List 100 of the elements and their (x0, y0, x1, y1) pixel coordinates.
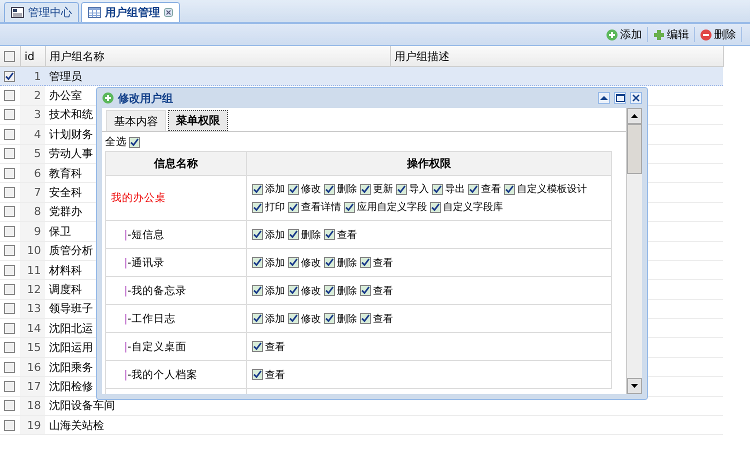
checkbox[interactable] (360, 257, 371, 268)
checkbox[interactable] (324, 257, 335, 268)
permission-label: 修改 (301, 284, 321, 298)
checkbox[interactable] (288, 184, 299, 194)
caret-icon[interactable] (631, 114, 638, 118)
checkbox[interactable] (288, 257, 299, 268)
checkbox[interactable] (288, 202, 299, 212)
column-header: 信息名称 (106, 152, 246, 176)
checkbox[interactable] (360, 285, 371, 296)
permission-label: 导出 (445, 182, 465, 196)
add-button[interactable]: 添加 (601, 27, 648, 42)
checkbox[interactable] (504, 184, 515, 194)
checkbox[interactable] (4, 70, 15, 82)
row-number: 16 (20, 357, 45, 377)
caret-icon (600, 95, 608, 101)
menu-name: 我的办公桌 (106, 176, 246, 220)
menu-name: |-工作日志 (106, 304, 246, 332)
checkbox[interactable] (324, 285, 335, 296)
checkbox[interactable] (4, 168, 15, 179)
add-icon (606, 28, 618, 40)
checkbox[interactable] (252, 313, 263, 324)
checkbox[interactable] (252, 369, 263, 380)
document-icon (11, 7, 24, 18)
checkbox[interactable] (324, 229, 335, 240)
row-number: 5 (20, 144, 45, 164)
checkbox[interactable] (4, 284, 15, 295)
column-header[interactable]: 用户组描述 (390, 46, 723, 66)
collapse-button[interactable] (598, 92, 610, 104)
tab[interactable]: 用户组管理 (81, 2, 180, 22)
permission-label: 删除 (337, 183, 357, 196)
menu-name: |-自定义桌面 (106, 332, 246, 360)
checkbox[interactable] (4, 264, 15, 276)
checkbox[interactable] (360, 184, 371, 194)
checkbox[interactable] (360, 313, 371, 324)
tab[interactable]: 菜单权限 (168, 110, 228, 131)
dialog-title: 修改用户组 (118, 90, 174, 106)
checkbox[interactable] (4, 420, 15, 431)
permission-label: 自定义字段库 (443, 200, 503, 214)
column-header[interactable]: id (20, 46, 45, 66)
checkbox[interactable] (252, 285, 263, 296)
checkbox[interactable] (4, 90, 15, 102)
tab[interactable]: 基本内容 (106, 110, 166, 131)
tab[interactable]: 管理中心 (4, 2, 79, 22)
checkbox[interactable] (4, 342, 15, 354)
menu-name: |-我的备忘录 (106, 276, 246, 304)
checkbox[interactable] (4, 128, 15, 140)
checkbox[interactable] (4, 50, 15, 62)
close-button[interactable] (630, 92, 642, 104)
checkbox[interactable] (4, 187, 15, 198)
row-number: 1 (20, 66, 45, 86)
row-number: 7 (20, 182, 45, 202)
checkbox[interactable] (324, 313, 335, 324)
delete-button[interactable]: 删除 (695, 27, 742, 42)
row-number: 8 (20, 202, 45, 222)
scrollbar[interactable] (626, 108, 642, 394)
row-number: 13 (20, 299, 45, 319)
checkbox[interactable] (344, 202, 355, 212)
permission-label: 打印 (265, 200, 285, 214)
permission-label: 查看 (373, 284, 393, 298)
checkbox[interactable] (129, 136, 140, 148)
maximize-button[interactable] (614, 92, 626, 104)
checkbox[interactable] (4, 109, 15, 120)
checkbox[interactable] (252, 229, 263, 240)
checkbox[interactable] (252, 341, 263, 352)
permission-label: 添加 (265, 182, 285, 196)
permission-label: 修改 (301, 183, 321, 196)
add-icon (102, 92, 114, 104)
checkbox[interactable] (4, 400, 15, 412)
permission-label: 删除 (337, 284, 357, 298)
checkbox[interactable] (396, 184, 407, 194)
checkbox[interactable] (324, 184, 335, 194)
checkbox[interactable] (4, 303, 15, 314)
checkbox[interactable] (4, 226, 15, 237)
checkbox[interactable] (288, 313, 299, 324)
checkbox[interactable] (4, 206, 15, 218)
checkbox[interactable] (430, 202, 441, 212)
checkbox[interactable] (4, 322, 15, 334)
checkbox[interactable] (4, 245, 15, 256)
row-number: 12 (20, 280, 45, 300)
close-icon (632, 94, 640, 102)
checkbox[interactable] (252, 202, 263, 212)
checkbox[interactable] (252, 257, 263, 268)
permission-label: 查看 (337, 228, 357, 242)
edit-button[interactable]: 编辑 (648, 27, 695, 42)
checkbox[interactable] (4, 148, 15, 160)
row-number: 10 (20, 241, 45, 260)
permission-label: 添加 (265, 228, 285, 242)
column-header[interactable]: 用户组名称 (45, 46, 390, 66)
checkbox[interactable] (288, 229, 299, 240)
checkbox[interactable] (4, 380, 15, 392)
close-icon[interactable] (164, 8, 173, 17)
checkbox[interactable] (432, 184, 443, 194)
caret-icon[interactable] (631, 384, 638, 388)
permission-label: 自定义模板设计 (517, 182, 587, 196)
permission-label: 导入 (409, 182, 429, 196)
checkbox[interactable] (288, 285, 299, 296)
scroll-thumb[interactable] (627, 124, 642, 174)
checkbox[interactable] (252, 184, 263, 194)
checkbox[interactable] (4, 362, 15, 373)
checkbox[interactable] (468, 184, 479, 194)
